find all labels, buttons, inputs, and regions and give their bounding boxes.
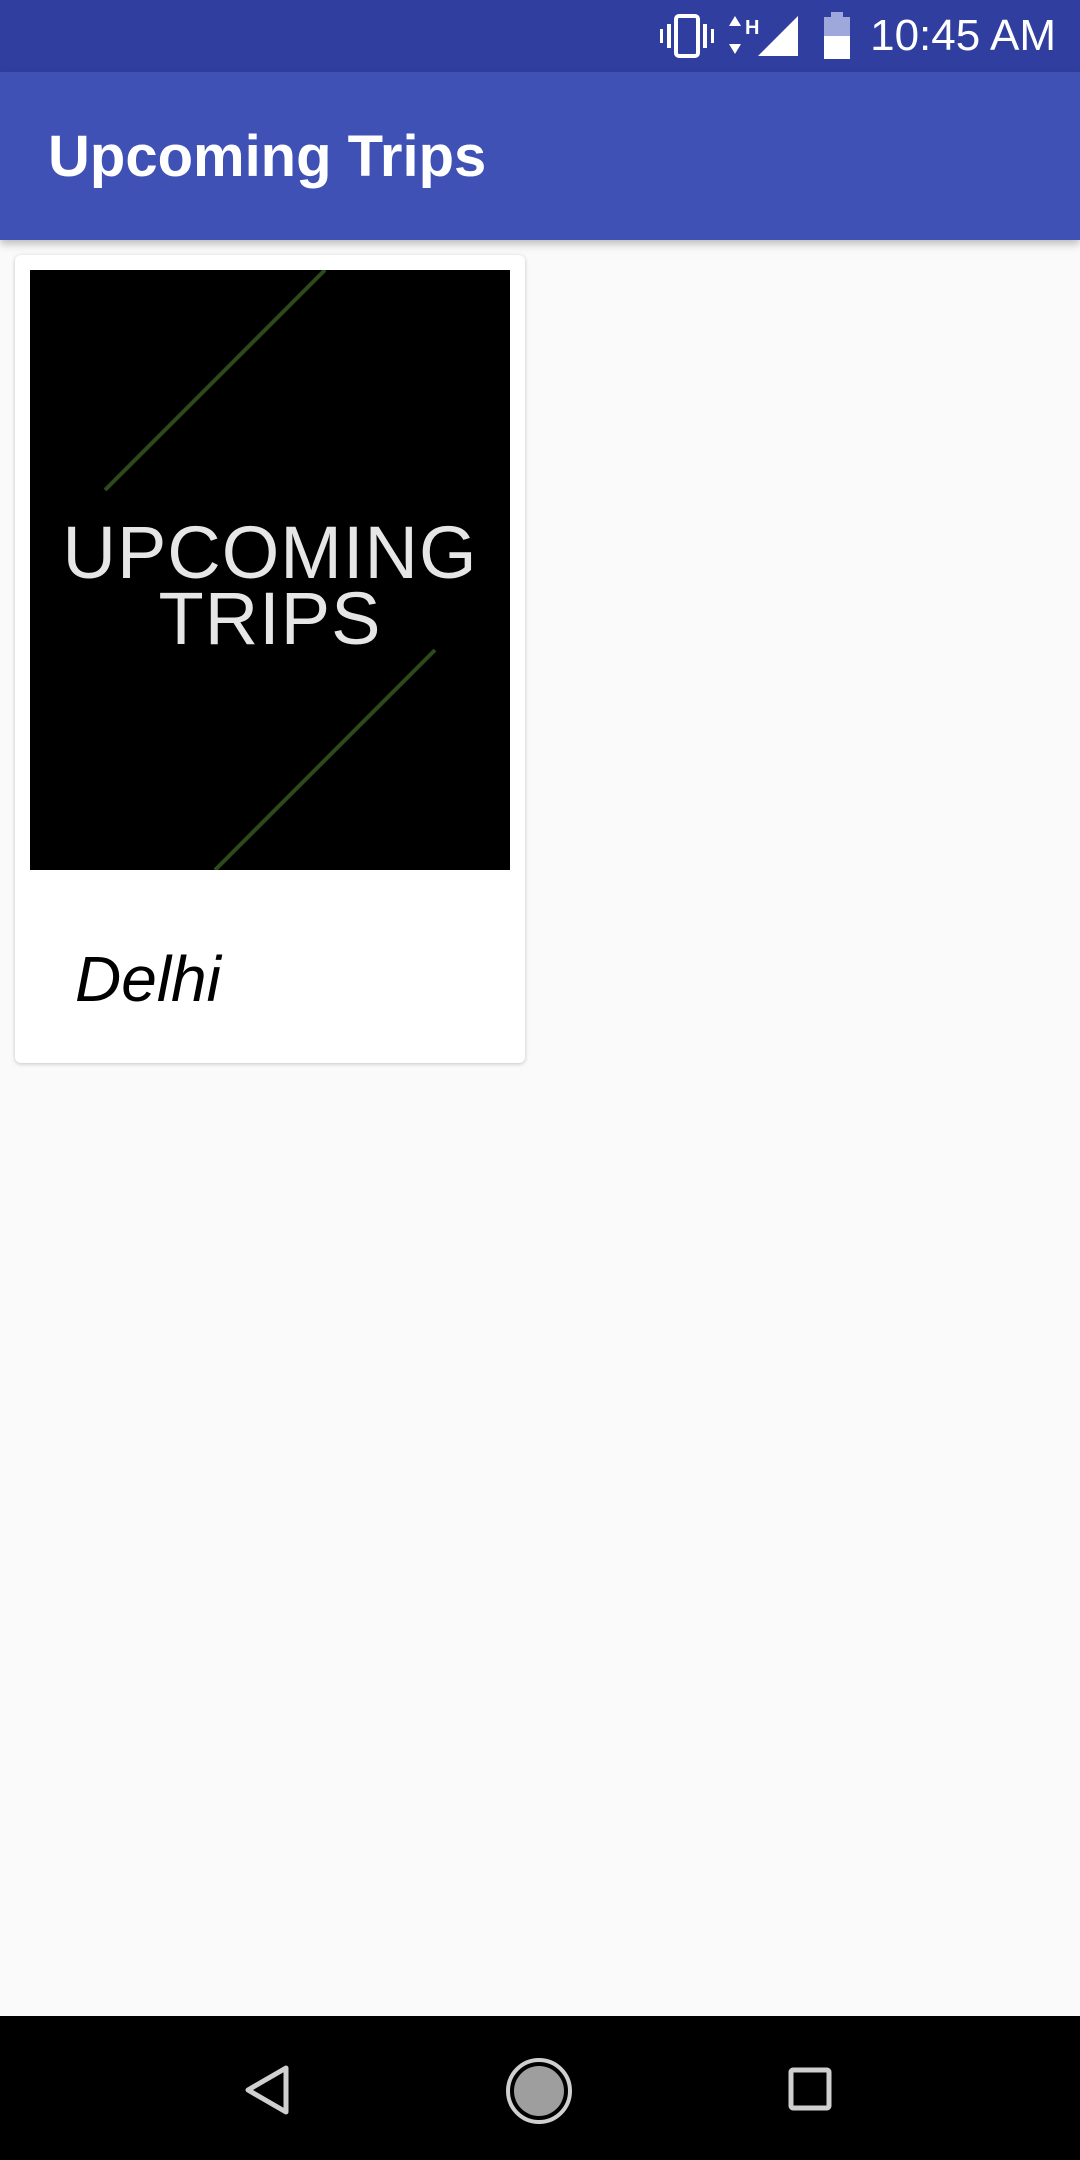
- vibrate-icon: [660, 14, 714, 58]
- trip-grid: UPCOMING TRIPS Delhi: [0, 240, 1080, 2016]
- battery-icon: [824, 12, 850, 59]
- page-title: Upcoming Trips: [48, 124, 487, 189]
- app-bar: Upcoming Trips: [0, 72, 1080, 240]
- recents-icon[interactable]: [787, 2066, 833, 2112]
- back-icon[interactable]: [244, 2064, 292, 2116]
- status-bar: H 10:45 AM: [0, 0, 1080, 72]
- home-icon[interactable]: [504, 2056, 574, 2126]
- signal-icon: [758, 16, 798, 56]
- status-time: 10:45 AM: [870, 11, 1056, 60]
- network-arrows-icon: H: [729, 16, 759, 54]
- trip-name: Delhi: [75, 943, 221, 1015]
- trip-image: UPCOMING TRIPS: [30, 270, 510, 870]
- trip-card[interactable]: UPCOMING TRIPS Delhi: [15, 255, 525, 1063]
- image-text-line2: TRIPS: [159, 577, 382, 660]
- navigation-bar: [0, 2016, 1080, 2160]
